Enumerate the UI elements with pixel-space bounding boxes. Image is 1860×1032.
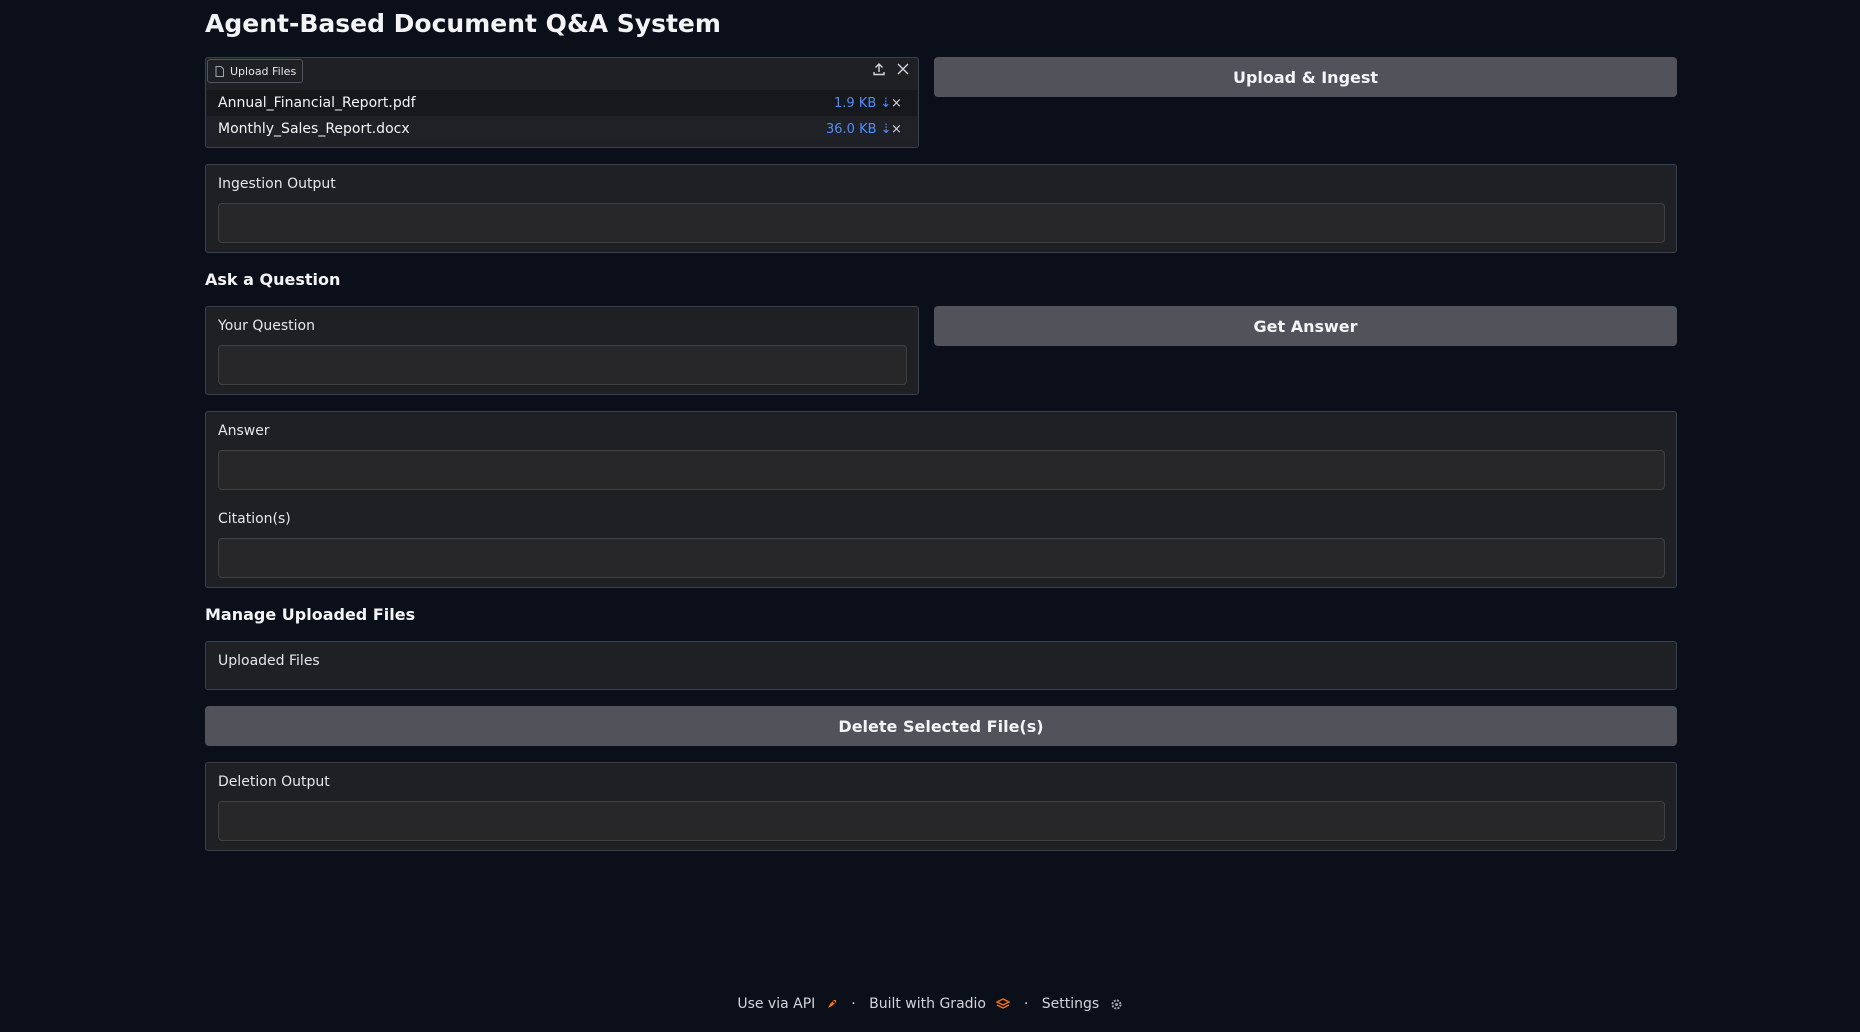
file-size-download[interactable]: 1.9 KB ⇣ <box>834 96 891 111</box>
remove-file-icon[interactable]: × <box>891 96 902 111</box>
manage-files-heading: Manage Uploaded Files <box>205 605 416 624</box>
question-label: Your Question <box>218 318 315 334</box>
ingestion-output-field[interactable] <box>218 203 1665 243</box>
ingestion-output-panel: Ingestion Output <box>205 164 1677 253</box>
upload-files-tab-label: Upload Files <box>230 64 297 78</box>
ingestion-output-label: Ingestion Output <box>218 176 336 192</box>
answer-field[interactable] <box>218 450 1665 490</box>
citations-field[interactable] <box>218 538 1665 578</box>
gradio-logo-icon <box>996 998 1011 1010</box>
page-title: Agent-Based Document Q&A System <box>205 9 721 38</box>
settings-label: Settings <box>1041 996 1100 1012</box>
question-input[interactable] <box>218 345 907 385</box>
clear-files-icon[interactable] <box>896 62 910 76</box>
upload-files-tab: Upload Files <box>207 59 303 83</box>
remove-file-icon[interactable]: × <box>891 122 902 137</box>
upload-ingest-button[interactable]: Upload & Ingest <box>934 57 1677 97</box>
file-row[interactable]: Monthly_Sales_Report.docx 36.0 KB ⇣ × <box>207 116 917 142</box>
use-api-link[interactable]: Use via API <box>734 996 845 1012</box>
deletion-output-panel: Deletion Output <box>205 762 1677 851</box>
delete-files-button[interactable]: Delete Selected File(s) <box>205 706 1677 746</box>
file-upload-panel[interactable]: Upload Files Annual_Financial_Report.pdf… <box>205 57 919 148</box>
file-icon <box>215 65 224 77</box>
uploaded-files-label: Uploaded Files <box>218 653 320 669</box>
built-with-gradio-label: Built with Gradio <box>869 996 986 1012</box>
footer-separator: · <box>851 996 856 1012</box>
upload-icon[interactable] <box>872 62 886 76</box>
get-answer-button[interactable]: Get Answer <box>934 306 1677 346</box>
file-row[interactable]: Annual_Financial_Report.pdf 1.9 KB ⇣ × <box>207 90 917 116</box>
answer-label: Answer <box>218 423 270 439</box>
answer-panel: Answer Citation(s) <box>205 411 1677 588</box>
deletion-output-label: Deletion Output <box>218 774 330 790</box>
gear-icon <box>1110 998 1123 1011</box>
use-api-label: Use via API <box>737 996 816 1012</box>
deletion-output-field[interactable] <box>218 801 1665 841</box>
citations-label: Citation(s) <box>218 511 291 527</box>
uploaded-files-panel[interactable]: Uploaded Files <box>205 641 1677 690</box>
built-with-gradio-link[interactable]: Built with Gradio <box>866 996 1018 1012</box>
rocket-icon <box>826 998 838 1010</box>
file-name: Monthly_Sales_Report.docx <box>218 121 410 137</box>
question-panel: Your Question <box>205 306 919 395</box>
ask-question-heading: Ask a Question <box>205 270 341 289</box>
settings-link[interactable]: Settings <box>1039 996 1126 1012</box>
file-name: Annual_Financial_Report.pdf <box>218 95 416 111</box>
footer-separator: · <box>1023 996 1029 1012</box>
footer: Use via API · Built with Gradio · Settin… <box>0 996 1860 1012</box>
file-size-download[interactable]: 36.0 KB ⇣ <box>826 122 892 137</box>
